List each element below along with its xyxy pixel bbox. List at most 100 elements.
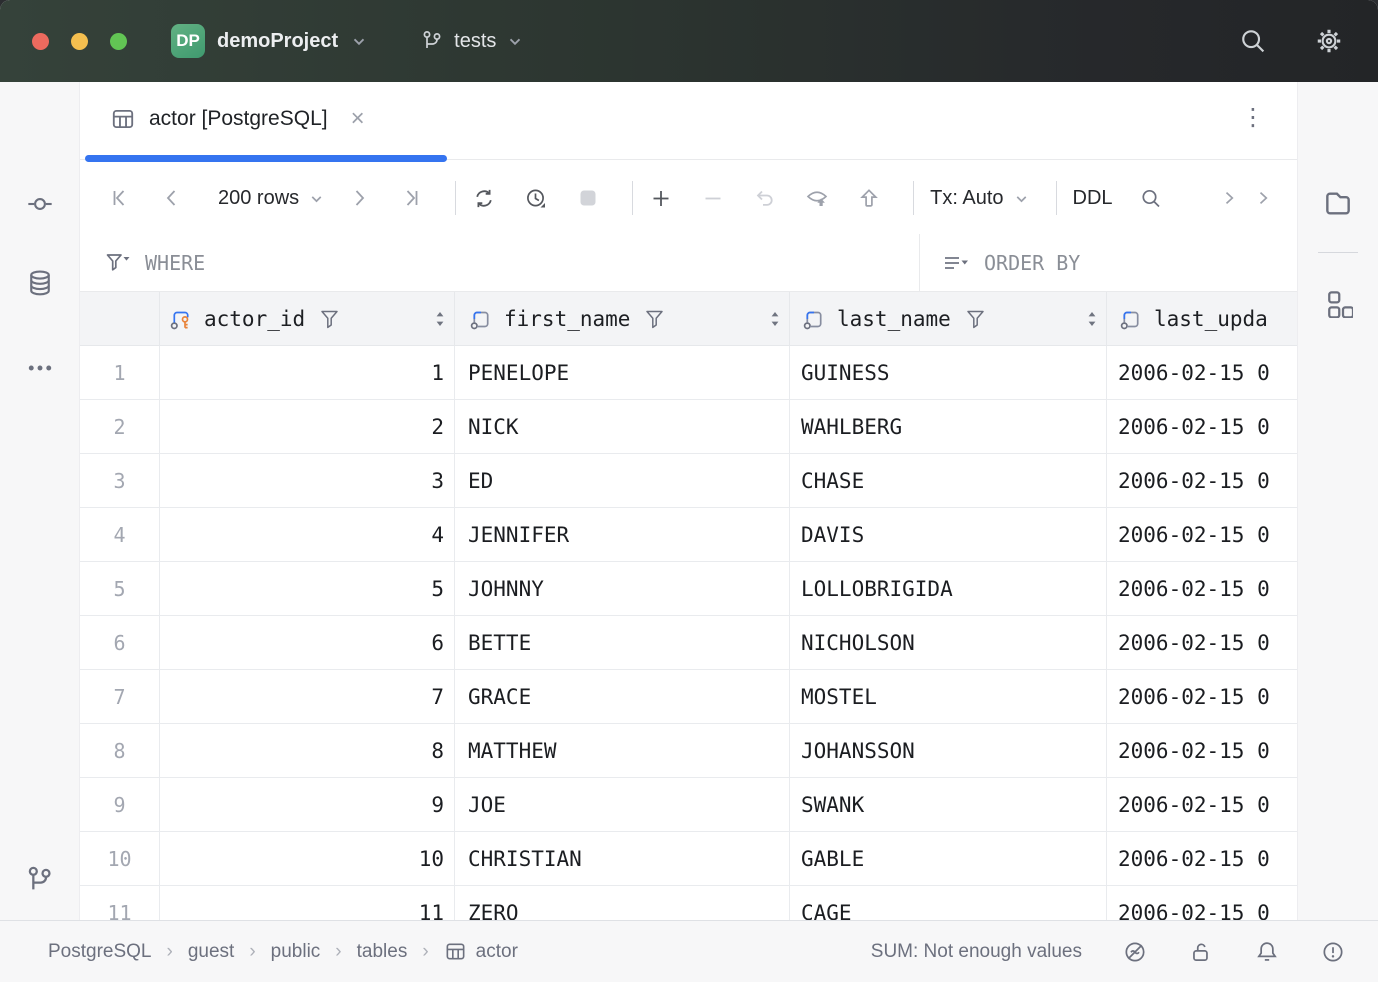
minimize-window-button[interactable]	[71, 33, 88, 50]
column-header-last-update[interactable]: last_upda	[1107, 292, 1297, 345]
breadcrumb-postgresql[interactable]: PostgreSQL	[48, 941, 152, 963]
tab-options-kebab-icon[interactable]: ⋮	[1241, 106, 1265, 130]
cell-first-name[interactable]: BETTE	[455, 616, 790, 669]
add-row-icon[interactable]	[649, 186, 673, 210]
inspections-off-icon[interactable]	[1122, 939, 1148, 965]
sort-toggle-icon[interactable]	[769, 309, 781, 329]
column-filter-funnel-icon[interactable]	[319, 308, 341, 330]
cell-last-update[interactable]: 2006-02-15 0	[1107, 832, 1297, 885]
cell-last-update[interactable]: 2006-02-15 0	[1107, 616, 1297, 669]
cell-actor-id[interactable]: 5	[160, 562, 455, 615]
row-number[interactable]: 3	[80, 454, 160, 507]
settings-gear-icon[interactable]	[1314, 26, 1344, 56]
cell-last-name[interactable]: SWANK	[790, 778, 1107, 831]
order-by-input[interactable]: ORDER BY	[919, 234, 1297, 291]
cell-actor-id[interactable]: 1	[160, 346, 455, 399]
git-tool-window-icon[interactable]	[24, 864, 56, 896]
cell-last-name[interactable]: GUINESS	[790, 346, 1107, 399]
column-filter-funnel-icon[interactable]	[965, 308, 987, 330]
more-tool-windows-icon[interactable]	[26, 354, 54, 382]
preview-changes-icon[interactable]	[805, 186, 829, 210]
last-page-icon[interactable]	[399, 186, 423, 210]
commit-icon[interactable]	[26, 190, 54, 218]
sort-toggle-icon[interactable]	[434, 309, 446, 329]
cell-last-update[interactable]: 2006-02-15 0	[1107, 886, 1297, 920]
cell-first-name[interactable]: CHRISTIAN	[455, 832, 790, 885]
cell-first-name[interactable]: ZERO	[455, 886, 790, 920]
structure-icon[interactable]	[1323, 288, 1353, 318]
tab-actor-postgresql[interactable]: actor [PostgreSQL] ×	[100, 82, 375, 155]
cell-last-update[interactable]: 2006-02-15 0	[1107, 346, 1297, 399]
column-header-last-name[interactable]: last_name	[790, 292, 1107, 345]
cell-last-update[interactable]: 2006-02-15 0	[1107, 454, 1297, 507]
breadcrumb-guest[interactable]: guest	[188, 941, 234, 963]
exclamation-circle-icon[interactable]	[1320, 939, 1346, 965]
previous-page-icon[interactable]	[160, 186, 184, 210]
close-tab-icon[interactable]: ×	[351, 107, 365, 131]
cell-last-name[interactable]: GABLE	[790, 832, 1107, 885]
row-number[interactable]: 5	[80, 562, 160, 615]
transaction-mode-selector[interactable]: Tx: Auto	[930, 187, 1029, 210]
cell-first-name[interactable]: ED	[455, 454, 790, 507]
cell-actor-id[interactable]: 4	[160, 508, 455, 561]
folder-icon[interactable]	[1322, 186, 1354, 218]
cell-actor-id[interactable]: 3	[160, 454, 455, 507]
cell-last-update[interactable]: 2006-02-15 0	[1107, 778, 1297, 831]
cell-actor-id[interactable]: 10	[160, 832, 455, 885]
submit-icon[interactable]	[857, 186, 881, 210]
project-widget[interactable]: DP demoProject	[171, 24, 368, 58]
sort-toggle-icon[interactable]	[1086, 309, 1098, 329]
ddl-button[interactable]: DDL	[1073, 187, 1113, 210]
cell-last-name[interactable]: JOHANSSON	[790, 724, 1107, 777]
breadcrumb-actor[interactable]: actor	[444, 940, 518, 963]
cell-last-name[interactable]: LOLLOBRIGIDA	[790, 562, 1107, 615]
cell-last-update[interactable]: 2006-02-15 0	[1107, 724, 1297, 777]
cell-first-name[interactable]: JENNIFER	[455, 508, 790, 561]
column-header-actor-id[interactable]: actor_id	[160, 292, 455, 345]
column-filter-funnel-icon[interactable]	[644, 308, 666, 330]
row-number[interactable]: 2	[80, 400, 160, 453]
cell-actor-id[interactable]: 9	[160, 778, 455, 831]
first-page-icon[interactable]	[108, 186, 132, 210]
row-number[interactable]: 1	[80, 346, 160, 399]
row-number[interactable]: 10	[80, 832, 160, 885]
cell-last-update[interactable]: 2006-02-15 0	[1107, 562, 1297, 615]
cell-first-name[interactable]: JOE	[455, 778, 790, 831]
search-icon[interactable]	[1139, 186, 1163, 210]
row-number[interactable]: 9	[80, 778, 160, 831]
chevron-right-icon[interactable]	[1217, 186, 1241, 210]
unlocked-icon[interactable]	[1188, 939, 1214, 965]
chevron-right-icon[interactable]	[1251, 186, 1275, 210]
row-number[interactable]: 6	[80, 616, 160, 669]
cell-actor-id[interactable]: 6	[160, 616, 455, 669]
cell-last-update[interactable]: 2006-02-15 0	[1107, 670, 1297, 723]
close-window-button[interactable]	[32, 33, 49, 50]
history-clock-icon[interactable]	[524, 186, 548, 210]
page-size-selector[interactable]: 200 rows	[218, 187, 325, 210]
search-icon[interactable]	[1238, 26, 1268, 56]
cell-last-name[interactable]: NICHOLSON	[790, 616, 1107, 669]
cell-first-name[interactable]: JOHNNY	[455, 562, 790, 615]
row-number[interactable]: 7	[80, 670, 160, 723]
cell-actor-id[interactable]: 8	[160, 724, 455, 777]
cell-first-name[interactable]: PENELOPE	[455, 346, 790, 399]
cell-last-update[interactable]: 2006-02-15 0	[1107, 400, 1297, 453]
notifications-bell-icon[interactable]	[1254, 939, 1280, 965]
aggregate-status[interactable]: SUM: Not enough values	[871, 941, 1082, 963]
next-page-icon[interactable]	[347, 186, 371, 210]
cell-first-name[interactable]: MATTHEW	[455, 724, 790, 777]
cell-last-update[interactable]: 2006-02-15 0	[1107, 508, 1297, 561]
cell-actor-id[interactable]: 11	[160, 886, 455, 920]
zoom-window-button[interactable]	[110, 33, 127, 50]
breadcrumb-public[interactable]: public	[271, 941, 321, 963]
row-number[interactable]: 8	[80, 724, 160, 777]
cell-first-name[interactable]: GRACE	[455, 670, 790, 723]
column-header-first-name[interactable]: first_name	[455, 292, 790, 345]
row-number-header[interactable]	[80, 292, 160, 345]
refresh-icon[interactable]	[472, 186, 496, 210]
cell-last-name[interactable]: MOSTEL	[790, 670, 1107, 723]
cell-last-name[interactable]: CHASE	[790, 454, 1107, 507]
cell-first-name[interactable]: NICK	[455, 400, 790, 453]
cell-actor-id[interactable]: 7	[160, 670, 455, 723]
where-filter-input[interactable]: WHERE	[80, 234, 919, 291]
